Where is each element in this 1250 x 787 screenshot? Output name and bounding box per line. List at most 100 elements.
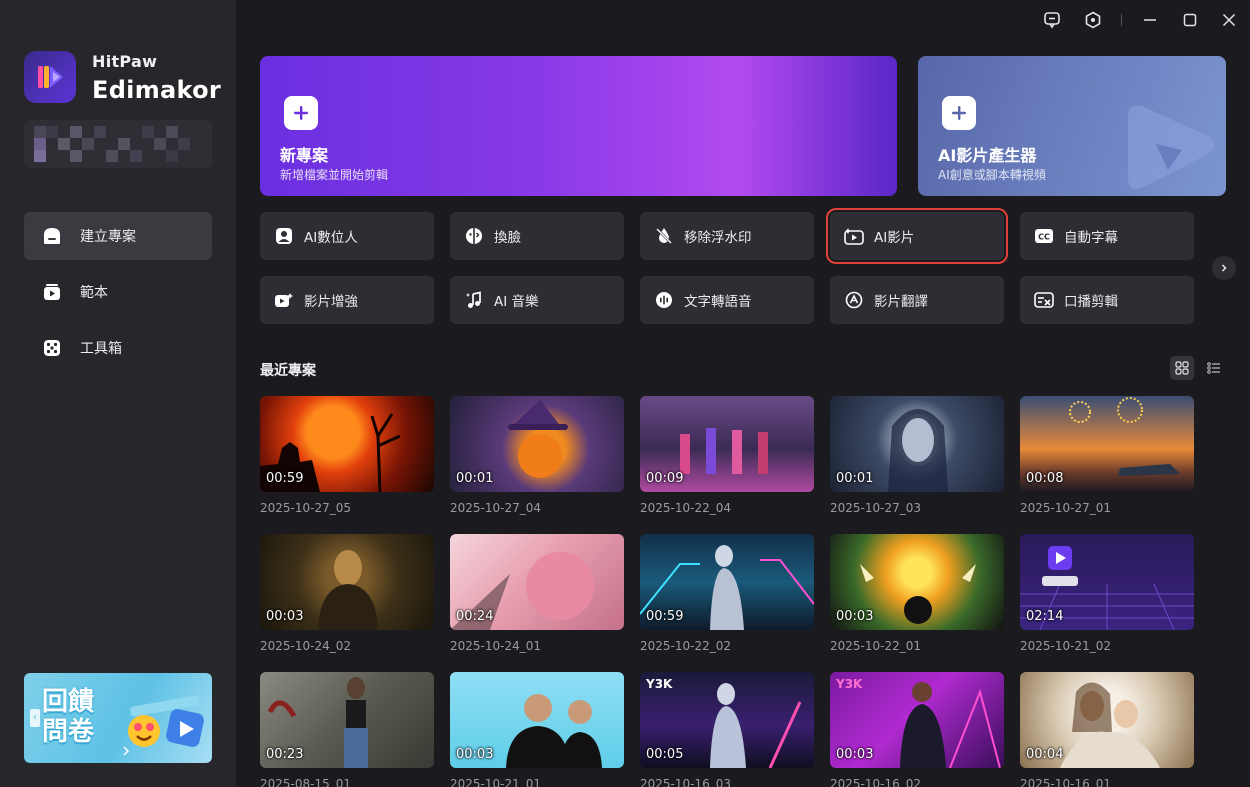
close-icon[interactable] (1219, 10, 1239, 30)
tool-video-translate[interactable]: 影片翻譯 (830, 276, 1004, 324)
tool-auto-subtitle[interactable]: CC 自動字幕 (1020, 212, 1194, 260)
project-duration: 00:23 (266, 747, 304, 762)
project-card[interactable]: 02:14 2025-10-21_02 (1020, 534, 1194, 653)
project-duration: 00:05 (646, 747, 684, 762)
main-area: 新專案 新增檔案並開始剪輯 AI影片產生器 AI創意或腳本轉視頻 AI數位人 換… (236, 0, 1250, 787)
project-duration: 00:59 (646, 609, 684, 624)
maximize-icon[interactable] (1180, 10, 1200, 30)
project-card[interactable]: 00:01 2025-10-27_03 (830, 396, 1004, 515)
tool-remove-watermark[interactable]: 移除浮水印 (640, 212, 814, 260)
feedback-illustration-icon (123, 695, 204, 756)
cc-icon: CC (1034, 226, 1054, 246)
sidebar-item-toolbox[interactable]: 工具箱 (24, 324, 212, 372)
chevron-right-icon[interactable] (1212, 256, 1236, 280)
project-card[interactable]: 00:24 2025-10-24_01 (450, 534, 624, 653)
project-duration: 00:08 (1026, 471, 1064, 486)
project-name: 2025-10-16_01 (1020, 777, 1112, 787)
project-thumbnail: 00:24 (450, 534, 624, 630)
project-name: 2025-10-27_03 (830, 501, 922, 515)
project-duration: 00:01 (836, 471, 874, 486)
project-duration: 00:03 (456, 747, 494, 762)
tool-text-to-speech[interactable]: 文字轉語音 (640, 276, 814, 324)
new-project-subtitle: 新增檔案並開始剪輯 (280, 168, 389, 182)
tool-talking-edit[interactable]: 口播剪輯 (1020, 276, 1194, 324)
project-duration: 00:01 (456, 471, 494, 486)
user-account-card[interactable] (24, 120, 212, 168)
project-card[interactable]: 00:04 2025-10-16_01 (1020, 672, 1194, 787)
settings-icon[interactable] (1083, 10, 1103, 30)
svg-text:Y3K: Y3K (835, 677, 863, 691)
ai-video-icon (844, 226, 864, 246)
tool-face-swap[interactable]: 換臉 (450, 212, 624, 260)
project-duration: 00:03 (266, 609, 304, 624)
tool-label: 換臉 (494, 230, 521, 246)
project-name: 2025-10-22_02 (640, 639, 732, 653)
minimize-icon[interactable] (1140, 10, 1160, 30)
project-thumbnail: 00:04 (1020, 672, 1194, 768)
sidebar: HitPaw Edimakor 建立專案 範本 工具箱 ‹ 回饋問卷 (0, 0, 236, 787)
project-card[interactable]: 00:01 2025-10-27_04 (450, 396, 624, 515)
tool-ai-music[interactable]: AI 音樂 (450, 276, 624, 324)
app-window: HitPaw Edimakor 建立專案 範本 工具箱 ‹ 回饋問卷 新專案 新… (0, 0, 1250, 787)
sidebar-item-label: 範本 (80, 285, 108, 301)
project-thumbnail: 00:03 (260, 534, 434, 630)
sidebar-nav: 建立專案 範本 工具箱 (24, 212, 212, 380)
svg-text:CC: CC (1038, 233, 1050, 242)
project-thumbnail: 00:59 (640, 534, 814, 630)
tool-label: 移除浮水印 (684, 230, 752, 246)
edimakor-logo-icon (24, 51, 76, 103)
feedback-icon[interactable] (1042, 10, 1062, 30)
tool-label: AI數位人 (304, 230, 358, 246)
list-view-icon[interactable] (1202, 356, 1226, 380)
project-card[interactable]: 00:03 2025-10-24_02 (260, 534, 434, 653)
new-project-card[interactable]: 新專案 新增檔案並開始剪輯 (260, 56, 897, 196)
project-name: 2025-08-15_01 (260, 777, 352, 787)
ai-video-generator-subtitle: AI創意或腳本轉視頻 (938, 168, 1046, 182)
tool-label: AI影片 (874, 230, 915, 246)
tool-ai-video[interactable]: AI影片 (826, 208, 1008, 264)
sidebar-item-create-project[interactable]: 建立專案 (24, 212, 212, 260)
tts-icon (654, 290, 674, 310)
tool-ai-avatar[interactable]: AI數位人 (260, 212, 434, 260)
play-shape-decoration-icon (1128, 105, 1214, 189)
plus-icon (942, 96, 976, 130)
feedback-survey-banner[interactable]: ‹ 回饋問卷 (24, 673, 212, 763)
template-icon (41, 281, 63, 303)
ai-video-generator-card[interactable]: AI影片產生器 AI創意或腳本轉視頻 (918, 56, 1226, 196)
new-project-title: 新專案 (280, 146, 329, 165)
project-name: 2025-10-22_04 (640, 501, 732, 515)
sidebar-item-templates[interactable]: 範本 (24, 268, 212, 316)
talking-edit-icon (1034, 290, 1054, 310)
recent-projects-title: 最近專案 (260, 363, 316, 379)
project-card[interactable]: 00:59 2025-10-27_05 (260, 396, 434, 515)
project-card[interactable]: 00:03 2025-10-21_01 (450, 672, 624, 787)
project-thumbnail: 00:08 (1020, 396, 1194, 492)
project-duration: 00:04 (1026, 747, 1064, 762)
project-card[interactable]: 00:03 2025-10-22_01 (830, 534, 1004, 653)
project-card[interactable]: 00:23 2025-08-15_01 (260, 672, 434, 787)
project-name: 2025-10-27_01 (1020, 501, 1112, 515)
sidebar-item-label: 建立專案 (80, 229, 136, 245)
project-name: 2025-10-24_01 (450, 639, 542, 653)
tool-video-enhance[interactable]: 影片增強 (260, 276, 434, 324)
project-thumbnail: 00:23 (260, 672, 434, 768)
project-card[interactable]: Y3K 00:03 2025-10-16_02 (830, 672, 1004, 787)
project-thumbnail: 00:09 (640, 396, 814, 492)
project-name: 2025-10-16_03 (640, 777, 732, 787)
project-card[interactable]: 00:09 2025-10-22_04 (640, 396, 814, 515)
project-thumbnail: 02:14 (1020, 534, 1194, 630)
project-thumbnail: Y3K 00:03 (830, 672, 1004, 768)
plus-icon (284, 96, 318, 130)
project-duration: 00:03 (836, 609, 874, 624)
video-enhance-icon (274, 290, 294, 310)
grid-view-icon[interactable] (1170, 356, 1194, 380)
project-thumbnail: 00:01 (830, 396, 1004, 492)
feedback-survey-text: 回饋問卷 (42, 687, 95, 747)
avatar-icon (274, 226, 294, 246)
project-card[interactable]: 00:59 2025-10-22_02 (640, 534, 814, 653)
project-card[interactable]: 00:08 2025-10-27_01 (1020, 396, 1194, 515)
tool-label: 影片翻譯 (874, 294, 928, 310)
project-card[interactable]: Y3K 00:05 2025-10-16_03 (640, 672, 814, 787)
home-icon (41, 225, 63, 247)
chevron-left-icon[interactable]: ‹ (30, 709, 40, 727)
